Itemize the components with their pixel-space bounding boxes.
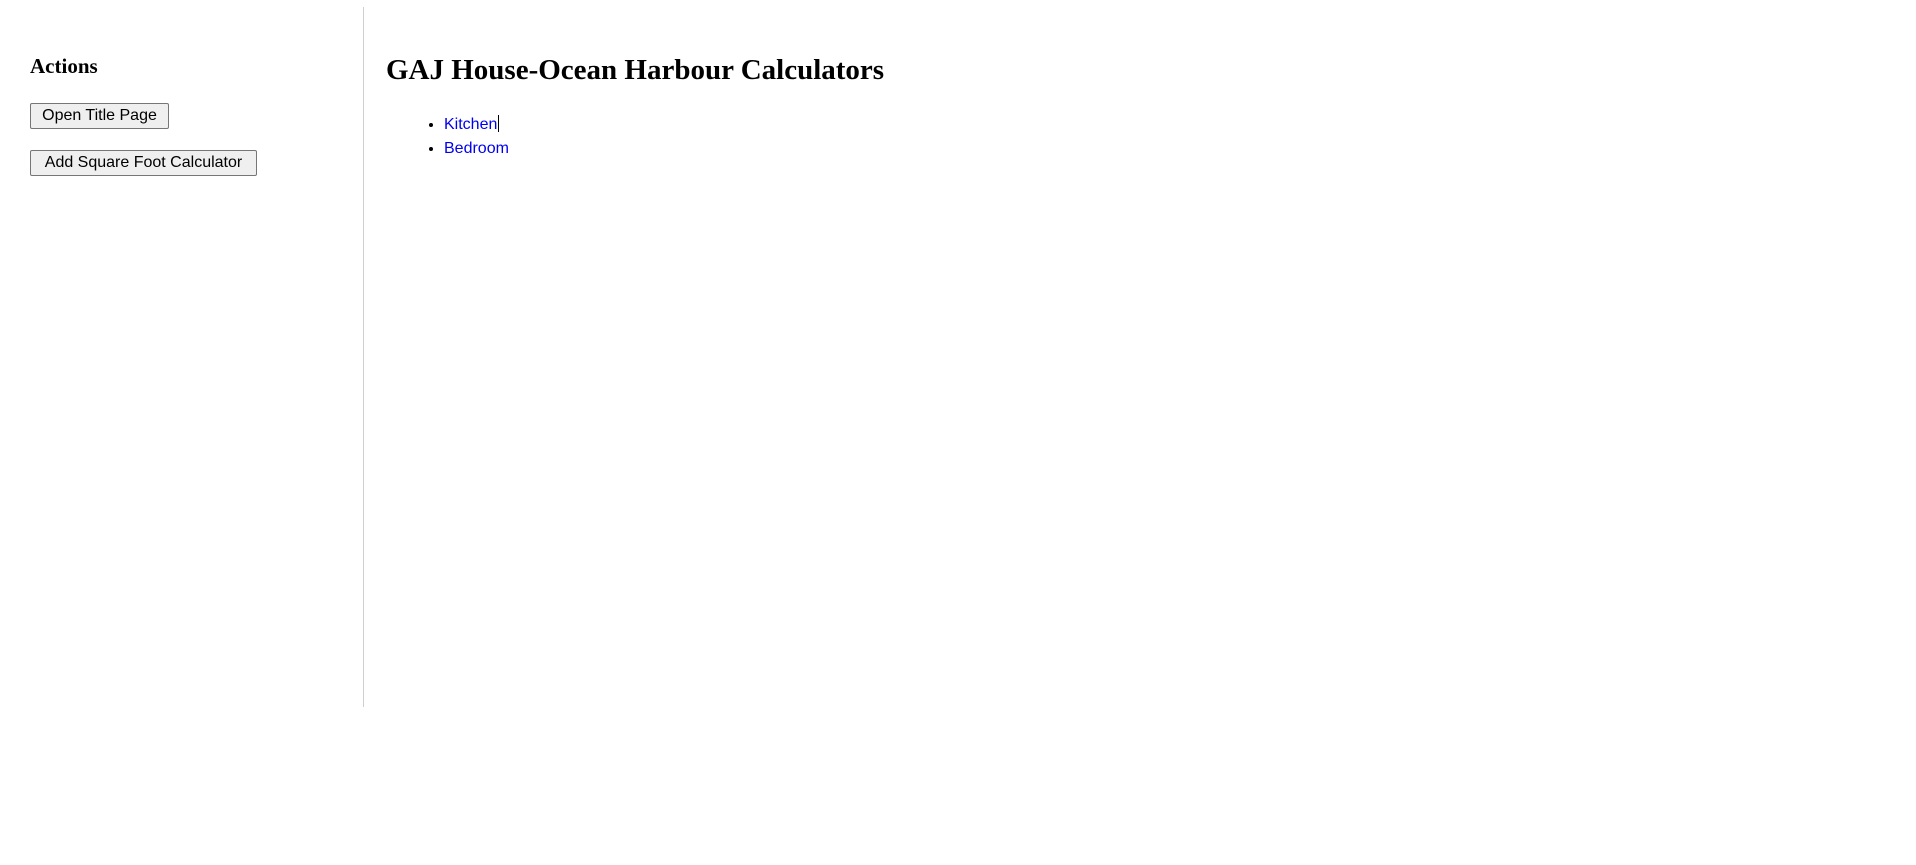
text-cursor	[498, 115, 500, 132]
open-title-page-button[interactable]: Open Title Page	[30, 103, 169, 129]
page-title: GAJ House-Ocean Harbour Calculators	[386, 54, 885, 86]
bedroom-link[interactable]: Bedroom	[444, 140, 509, 157]
calculator-list: Kitchen Bedroom	[386, 113, 509, 161]
kitchen-link[interactable]: Kitchen	[444, 116, 497, 133]
sidebar-heading: Actions	[30, 54, 98, 78]
list-item: Bedroom	[444, 137, 509, 161]
add-square-foot-calculator-button[interactable]: Add Square Foot Calculator	[30, 150, 257, 176]
actions-sidebar: Actions Open Title Page Add Square Foot …	[0, 7, 364, 707]
list-item: Kitchen	[444, 113, 509, 137]
